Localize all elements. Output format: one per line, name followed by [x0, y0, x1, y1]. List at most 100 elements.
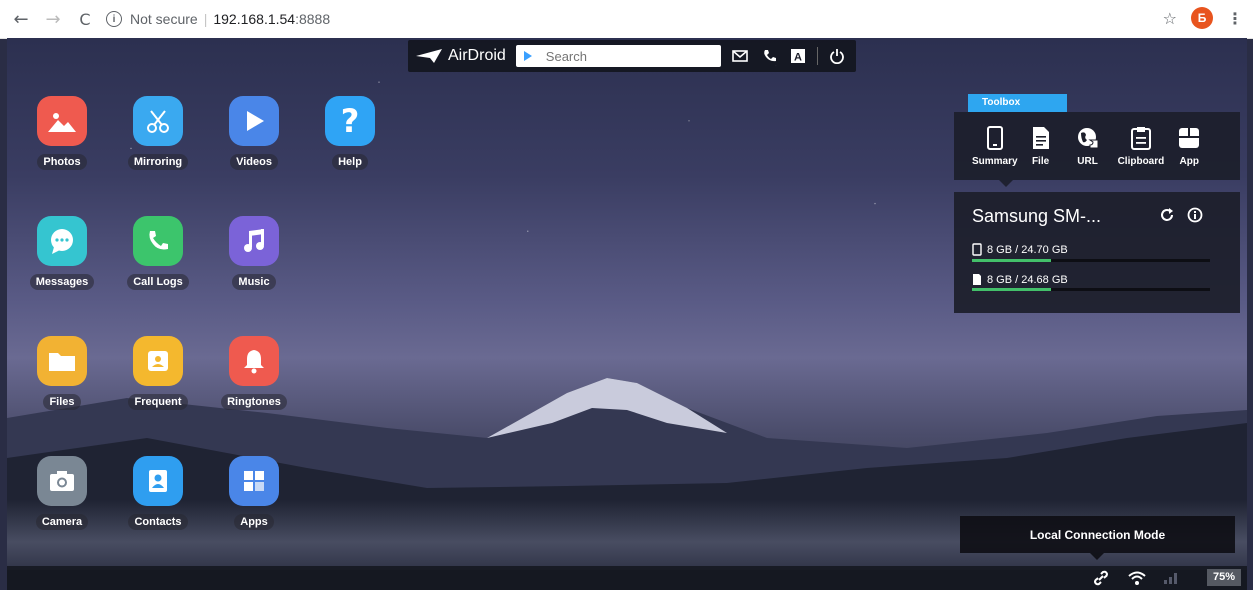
text-a-icon[interactable]: A	[788, 46, 808, 66]
clipboard-icon	[1130, 127, 1151, 150]
search-input[interactable]	[543, 47, 708, 65]
files-icon	[37, 336, 87, 386]
power-icon[interactable]	[827, 46, 847, 66]
logo-text: AirDroid	[448, 47, 506, 64]
app-videos[interactable]: Videos	[218, 96, 290, 170]
phone-storage-icon	[972, 243, 982, 256]
apps-icon	[229, 456, 279, 506]
divider: |	[203, 11, 208, 27]
status-bar: 75%	[7, 566, 1247, 590]
connection-mode-tooltip: Local Connection Mode	[960, 516, 1235, 553]
app-frequent[interactable]: Frequent	[122, 336, 194, 410]
tool-label: Summary	[972, 156, 1018, 167]
battery-indicator: 75%	[1206, 569, 1241, 586]
internal-storage-fill	[972, 259, 1051, 262]
app-box-icon	[1179, 128, 1200, 148]
file-icon	[1032, 127, 1049, 149]
airdroid-desktop: AirDroid A Photos Mirroring	[7, 38, 1247, 590]
app-camera[interactable]: Camera	[26, 456, 98, 530]
app-photos[interactable]: Photos	[26, 96, 98, 170]
reload-icon[interactable]: C	[74, 8, 96, 30]
app-label: Help	[332, 154, 368, 170]
phone-call-icon[interactable]	[759, 46, 779, 66]
tool-label: File	[1031, 156, 1050, 167]
app-label: Ringtones	[221, 394, 287, 410]
help-icon: ?	[325, 96, 375, 146]
sd-storage-text: 8 GB / 24.68 GB	[987, 273, 1068, 286]
app-label: Apps	[234, 514, 274, 530]
photos-icon	[37, 96, 87, 146]
device-panel: Samsung SM-... 8 GB / 24.70 GB 8 GB / 24…	[954, 192, 1240, 313]
call-logs-icon	[133, 216, 183, 266]
tool-app[interactable]: App	[1178, 126, 1200, 167]
refresh-icon[interactable]	[1159, 207, 1175, 228]
url-port: :8888	[295, 11, 331, 27]
app-music[interactable]: Music	[218, 216, 290, 290]
paper-plane-icon	[416, 49, 442, 63]
videos-icon	[229, 96, 279, 146]
app-label: Photos	[37, 154, 87, 170]
link-icon[interactable]	[1093, 570, 1109, 590]
app-label: Messages	[29, 274, 95, 290]
signal-icon	[1163, 571, 1179, 590]
search-box[interactable]	[515, 45, 721, 67]
device-name: Samsung SM-...	[972, 206, 1102, 226]
toolbox-panel: Summary File URL Clipboard App	[954, 112, 1240, 180]
messages-icon	[37, 216, 87, 266]
tool-label: Clipboard	[1117, 156, 1165, 167]
address-bar[interactable]: i Not secure | 192.168.1.54:8888	[106, 5, 330, 33]
airdroid-logo: AirDroid	[416, 47, 506, 65]
menu-icon[interactable]: ⋮	[1227, 9, 1243, 28]
tool-clipboard[interactable]: Clipboard	[1117, 126, 1165, 167]
app-label: Contacts	[128, 514, 188, 530]
tool-url[interactable]: URL	[1076, 126, 1100, 167]
mirroring-icon	[133, 96, 183, 146]
tool-label: App	[1179, 156, 1199, 167]
toolbar-divider	[816, 47, 818, 65]
sd-storage: 8 GB / 24.68 GB	[972, 273, 1068, 286]
globe-icon	[1077, 128, 1099, 149]
app-messages[interactable]: Messages	[26, 216, 98, 290]
play-store-icon	[523, 51, 532, 61]
tool-summary[interactable]: Summary	[972, 126, 1018, 167]
toolbox-pointer	[999, 180, 1013, 187]
phone-icon	[986, 126, 1003, 150]
internal-storage: 8 GB / 24.70 GB	[972, 243, 1068, 256]
app-label: Files	[43, 394, 81, 410]
toolbox-tab[interactable]: Toolbox	[968, 94, 1067, 112]
forward-icon[interactable]: →	[42, 8, 64, 30]
ringtones-icon	[229, 336, 279, 386]
app-label: Mirroring	[127, 154, 189, 170]
frequent-icon	[133, 336, 183, 386]
url-host: 192.168.1.54	[213, 11, 296, 27]
app-help[interactable]: ? Help	[314, 96, 386, 170]
app-apps[interactable]: Apps	[218, 456, 290, 530]
tooltip-pointer	[1090, 553, 1104, 560]
app-label: Frequent	[128, 394, 188, 410]
app-contacts[interactable]: Contacts	[122, 456, 194, 530]
sd-storage-bar	[972, 288, 1210, 291]
browser-toolbar: ← → C i Not secure | 192.168.1.54:8888 ☆…	[0, 0, 1253, 39]
tool-file[interactable]: File	[1032, 126, 1050, 167]
camera-icon	[37, 456, 87, 506]
contacts-icon	[133, 456, 183, 506]
app-label: Call Logs	[127, 274, 189, 290]
profile-avatar[interactable]: Б	[1191, 7, 1213, 29]
info-icon[interactable]: i	[106, 11, 122, 27]
app-label: Music	[232, 274, 276, 290]
app-files[interactable]: Files	[26, 336, 98, 410]
app-mirroring[interactable]: Mirroring	[122, 96, 194, 170]
info-icon[interactable]	[1187, 207, 1203, 228]
app-label: Camera	[35, 514, 89, 530]
back-icon[interactable]: ←	[10, 8, 32, 30]
app-ringtones[interactable]: Ringtones	[218, 336, 290, 410]
sms-icon[interactable]	[730, 46, 750, 66]
airdroid-top-toolbar: AirDroid A	[408, 40, 856, 72]
sd-storage-fill	[972, 288, 1051, 291]
music-icon	[229, 216, 279, 266]
sd-card-icon	[973, 274, 981, 285]
internal-storage-bar	[972, 259, 1210, 262]
app-call-logs[interactable]: Call Logs	[122, 216, 194, 290]
bookmark-star-icon[interactable]: ☆	[1163, 9, 1177, 28]
svg-text:A: A	[794, 52, 802, 64]
